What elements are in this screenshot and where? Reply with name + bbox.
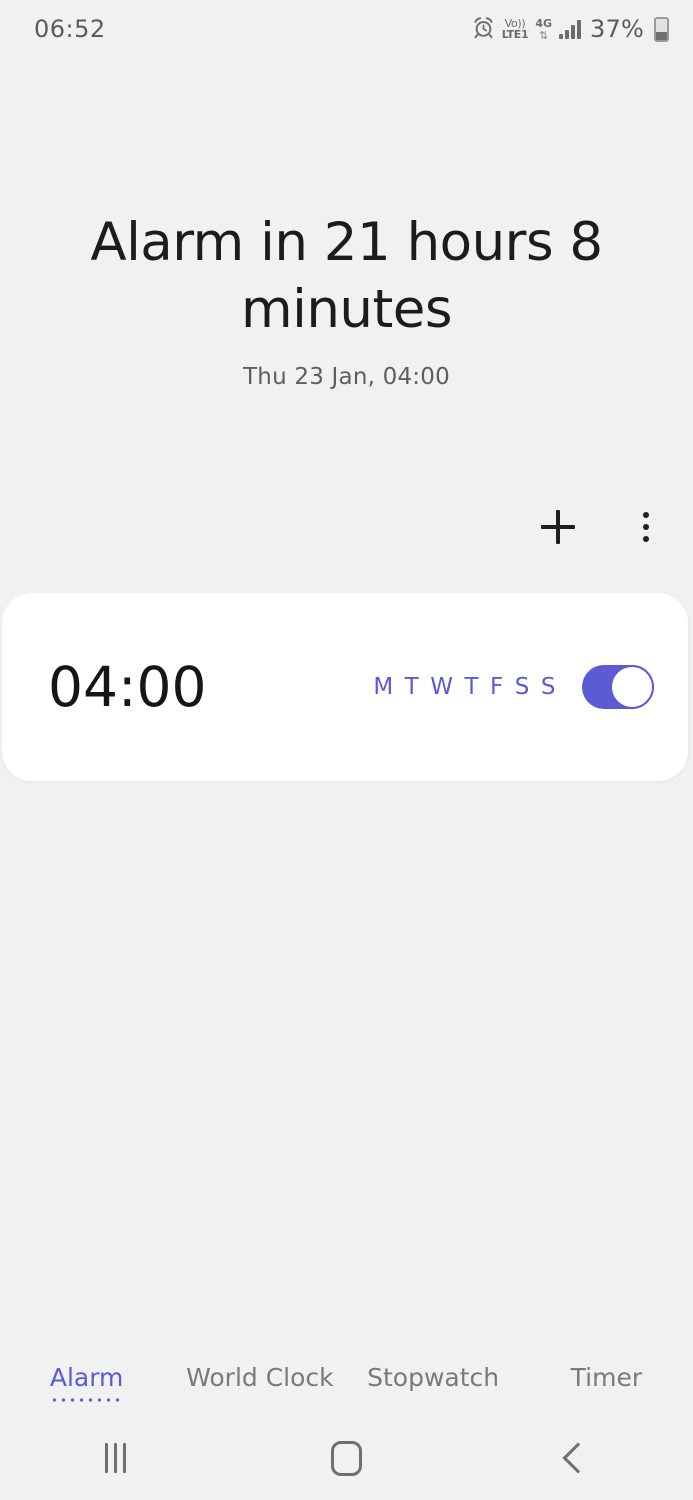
android-navigation-bar (0, 1416, 693, 1500)
status-bar-clock: 06:52 (34, 15, 106, 43)
recents-icon (105, 1443, 126, 1473)
alarm-item-controls: MTWTFSS (373, 665, 654, 709)
status-bar-indicators: Vo)) LTE1 4G ⇅ 37% (472, 15, 669, 43)
alarm-day-1[interactable]: T (405, 674, 420, 700)
next-alarm-datetime: Thu 23 Jan, 04:00 (243, 363, 450, 390)
alarm-repeat-days[interactable]: MTWTFSS (373, 674, 556, 700)
bottom-tab-bar: Alarm World Clock Stopwatch Timer (0, 1344, 693, 1416)
toggle-knob (610, 665, 654, 709)
status-bar: 06:52 Vo)) LTE1 4G ⇅ 37% (0, 0, 693, 58)
tab-alarm[interactable]: Alarm (0, 1363, 173, 1398)
more-options-button[interactable] (617, 498, 675, 556)
back-icon (561, 1442, 594, 1474)
alarm-day-4[interactable]: F (490, 674, 504, 700)
alarm-list-item[interactable]: 04:00 MTWTFSS (2, 593, 688, 781)
alarm-enable-toggle[interactable] (582, 665, 654, 709)
alarm-clock-icon (472, 16, 495, 43)
alarm-day-6[interactable]: S (541, 674, 556, 700)
more-vertical-icon (643, 512, 649, 542)
nav-recents-button[interactable] (0, 1416, 231, 1500)
toolbar-actions (529, 498, 675, 556)
signal-bars-icon (559, 19, 582, 39)
add-alarm-button[interactable] (529, 498, 587, 556)
tab-stopwatch[interactable]: Stopwatch (347, 1363, 520, 1398)
alarm-summary-header: Alarm in 21 hours 8 minutes Thu 23 Jan, … (0, 210, 693, 390)
page-title: Alarm in 21 hours 8 minutes (90, 212, 603, 340)
volte-label-bottom: LTE1 (501, 28, 529, 41)
alarm-day-2[interactable]: W (430, 674, 453, 700)
battery-icon (654, 16, 669, 42)
home-icon (331, 1440, 362, 1476)
alarm-day-3[interactable]: T (464, 674, 479, 700)
nav-back-button[interactable] (462, 1416, 693, 1500)
network-type-indicator: 4G ⇅ (535, 18, 552, 41)
tab-world-clock[interactable]: World Clock (173, 1363, 346, 1398)
alarm-day-5[interactable]: S (515, 674, 530, 700)
tab-timer[interactable]: Timer (520, 1363, 693, 1398)
volte-indicator: Vo)) LTE1 (502, 18, 529, 40)
battery-percent-label: 37% (590, 15, 644, 43)
alarm-time-label: 04:00 (48, 655, 207, 719)
plus-icon (541, 510, 575, 544)
nav-home-button[interactable] (231, 1416, 462, 1500)
data-transfer-arrows-icon: ⇅ (539, 28, 549, 42)
network-type-label: 4G (535, 16, 553, 30)
alarm-day-0[interactable]: M (373, 674, 393, 700)
clock-app-screen: 06:52 Vo)) LTE1 4G ⇅ 37% Alarm in 21 hou… (0, 0, 693, 1500)
